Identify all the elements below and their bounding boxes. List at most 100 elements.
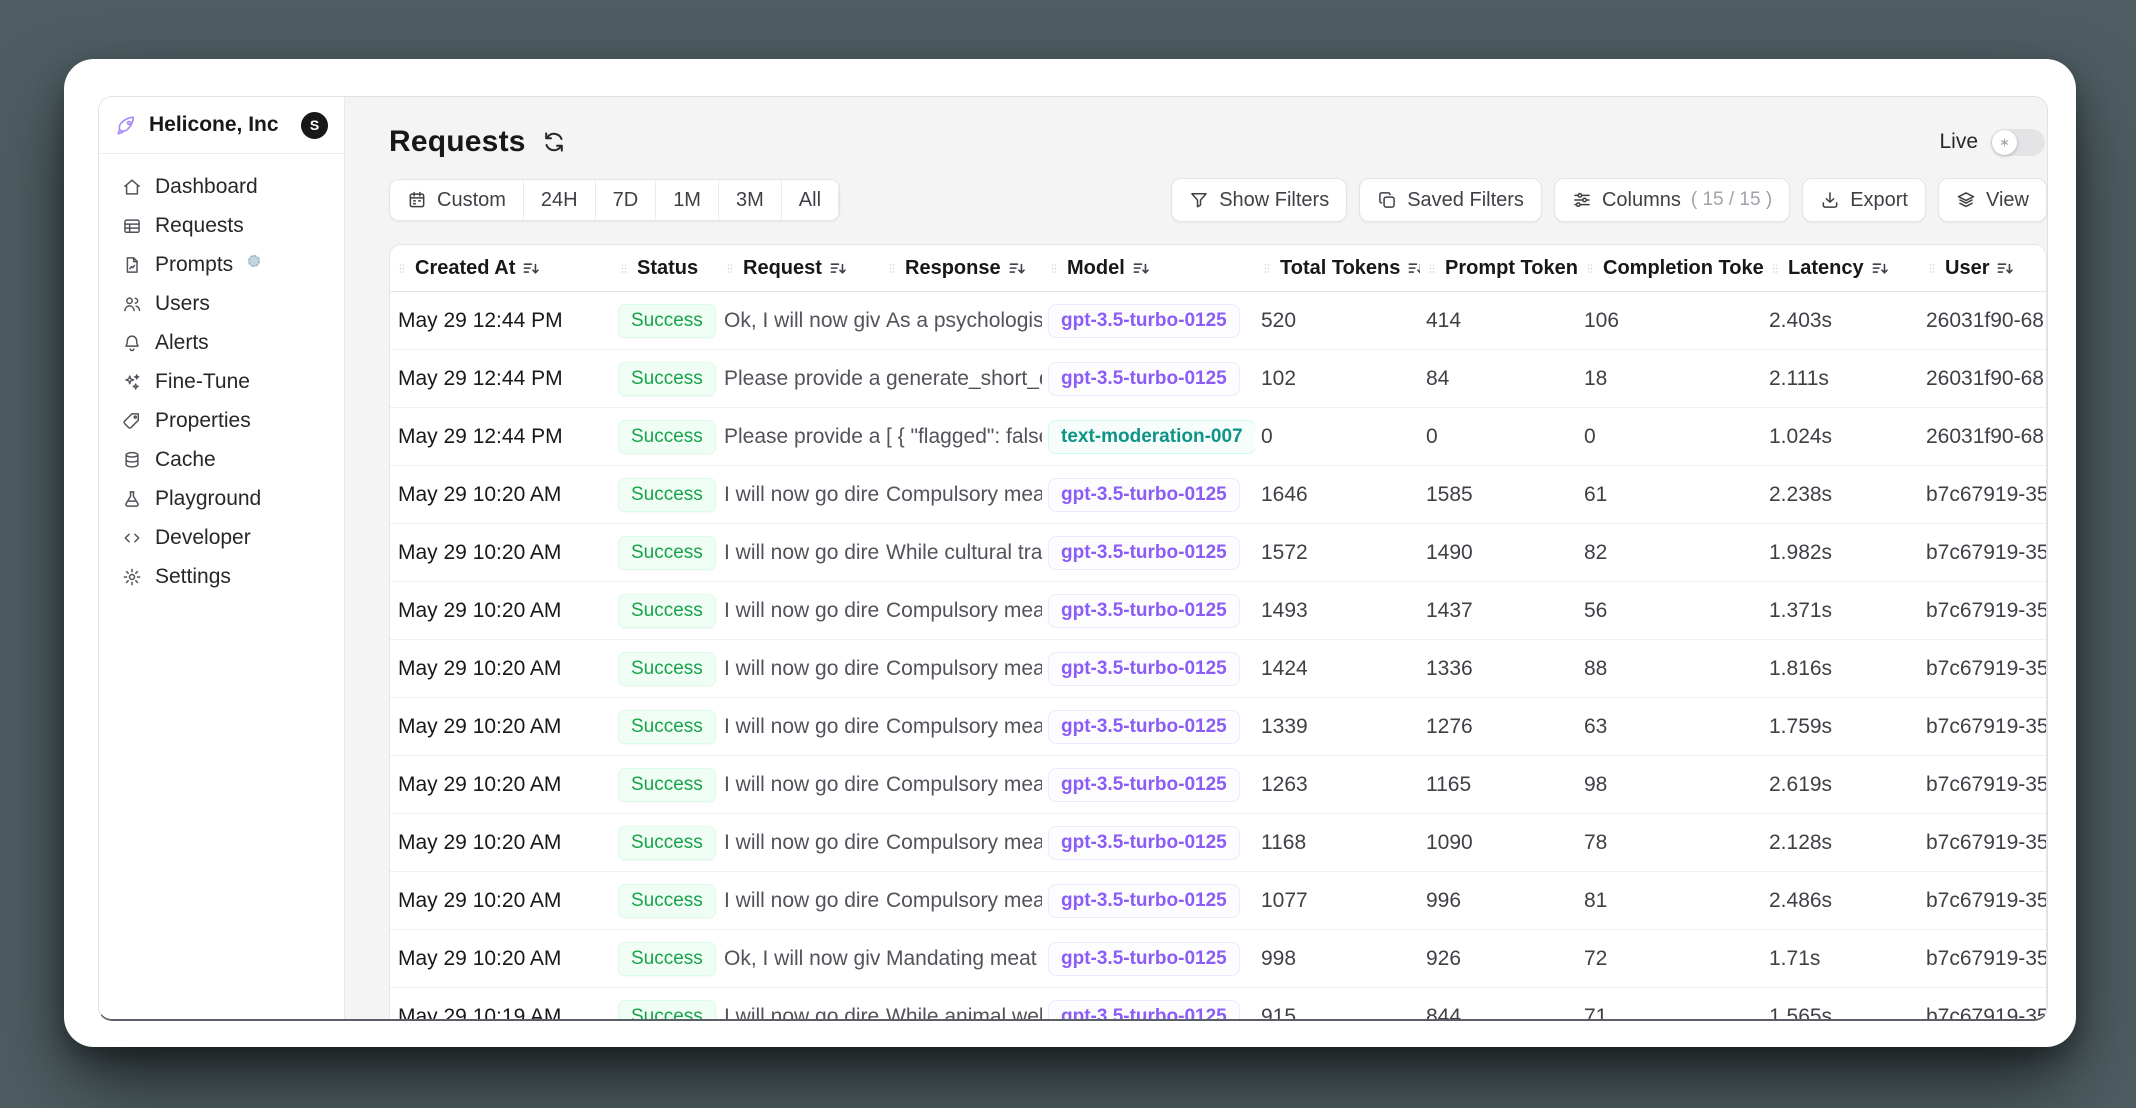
- table-row[interactable]: May 29 10:20 AM Success I will now go di…: [390, 698, 2047, 756]
- column-label: Latency: [1788, 257, 1864, 280]
- drag-handle-icon[interactable]: [1426, 260, 1438, 277]
- user-cell: b7c67919-35: [1920, 640, 2047, 698]
- sidebar-item-icon: [122, 294, 142, 314]
- toolbar-button-export[interactable]: Export: [1802, 178, 1926, 222]
- sidebar-item-fine-tune[interactable]: Fine-Tune: [112, 362, 331, 401]
- column-header[interactable]: Completion Tokens: [1578, 245, 1763, 292]
- column-header[interactable]: Response: [880, 245, 1042, 292]
- sidebar-item-settings[interactable]: Settings: [112, 557, 331, 596]
- column-header[interactable]: Created At: [390, 245, 612, 292]
- sort-icon[interactable]: [1407, 259, 1420, 278]
- toolbar-button-saved-filters[interactable]: Saved Filters: [1359, 178, 1542, 222]
- toolbar-button-view[interactable]: View: [1938, 178, 2047, 222]
- time-range-option-3m[interactable]: 3M: [719, 180, 782, 220]
- sidebar-item-playground[interactable]: Playground: [112, 479, 331, 518]
- refresh-icon[interactable]: [542, 130, 566, 154]
- sidebar-item-dashboard[interactable]: Dashboard: [112, 167, 331, 206]
- completion-tokens-cell: 56: [1578, 582, 1763, 640]
- sort-icon[interactable]: [1996, 259, 2015, 278]
- table-row[interactable]: May 29 10:20 AM Success I will now go di…: [390, 466, 2047, 524]
- time-range-option-custom[interactable]: Custom: [390, 180, 524, 220]
- request-cell: I will now go direct...: [718, 814, 880, 872]
- drag-handle-icon[interactable]: [1048, 260, 1060, 277]
- drag-handle-icon[interactable]: [396, 260, 408, 277]
- response-cell: Compulsory meat ...: [880, 466, 1042, 524]
- total-tokens-cell: 1646: [1255, 466, 1420, 524]
- created-at-cell: May 29 12:44 PM: [390, 350, 612, 408]
- sort-icon[interactable]: [829, 259, 848, 278]
- status-badge: Success: [618, 478, 716, 512]
- column-header[interactable]: Total Tokens: [1255, 245, 1420, 292]
- created-at-cell: May 29 10:20 AM: [390, 872, 612, 930]
- table-row[interactable]: May 29 10:20 AM Success I will now go di…: [390, 814, 2047, 872]
- column-header[interactable]: Model: [1042, 245, 1255, 292]
- column-label: User: [1945, 257, 1989, 280]
- model-badge: gpt-3.5-turbo-0125: [1048, 768, 1240, 802]
- sort-icon[interactable]: [1871, 259, 1890, 278]
- org-switcher[interactable]: Helicone, Inc S: [99, 97, 344, 154]
- table-row[interactable]: May 29 10:20 AM Success I will now go di…: [390, 524, 2047, 582]
- sidebar-item-requests[interactable]: Requests: [112, 206, 331, 245]
- sidebar-item-cache[interactable]: Cache: [112, 440, 331, 479]
- prompt-tokens-cell: 1490: [1420, 524, 1578, 582]
- avatar[interactable]: S: [301, 112, 328, 139]
- time-range-option-24h[interactable]: 24H: [524, 180, 596, 220]
- drag-handle-icon[interactable]: [1926, 260, 1938, 277]
- drag-handle-icon[interactable]: [1584, 260, 1596, 277]
- table-row[interactable]: May 29 10:20 AM Success Ok, I will now g…: [390, 930, 2047, 988]
- column-header[interactable]: Status: [612, 245, 718, 292]
- status-badge: Success: [618, 942, 716, 976]
- model-badge: gpt-3.5-turbo-0125: [1048, 536, 1240, 570]
- completion-tokens-cell: 61: [1578, 466, 1763, 524]
- table-row[interactable]: May 29 10:19 AM Success I will now go di…: [390, 988, 2047, 1020]
- model-badge: gpt-3.5-turbo-0125: [1048, 362, 1240, 396]
- sidebar-item-users[interactable]: Users: [112, 284, 331, 323]
- column-label: Prompt Tokens: [1445, 257, 1578, 280]
- time-range-option-1m[interactable]: 1M: [656, 180, 719, 220]
- status-badge: Success: [618, 420, 716, 454]
- toolbar-button-label: Show Filters: [1219, 189, 1329, 212]
- column-header[interactable]: Request: [718, 245, 880, 292]
- table-row[interactable]: May 29 10:20 AM Success I will now go di…: [390, 582, 2047, 640]
- model-badge: gpt-3.5-turbo-0125: [1048, 884, 1240, 918]
- sidebar-item-prompts[interactable]: Prompts: [112, 245, 331, 284]
- user-cell: b7c67919-35: [1920, 814, 2047, 872]
- total-tokens-cell: 1077: [1255, 872, 1420, 930]
- sidebar-item-developer[interactable]: Developer: [112, 518, 331, 557]
- column-header[interactable]: User: [1920, 245, 2047, 292]
- drag-handle-icon[interactable]: [618, 260, 630, 277]
- sort-icon[interactable]: [1008, 259, 1027, 278]
- table-row[interactable]: May 29 10:20 AM Success I will now go di…: [390, 640, 2047, 698]
- table-row[interactable]: May 29 10:20 AM Success I will now go di…: [390, 872, 2047, 930]
- time-range-option-all[interactable]: All: [782, 180, 839, 220]
- table-row[interactable]: May 29 10:20 AM Success I will now go di…: [390, 756, 2047, 814]
- status-cell: Success: [612, 756, 718, 814]
- completion-tokens-cell: 18: [1578, 350, 1763, 408]
- table-row[interactable]: May 29 12:44 PM Success Ok, I will now g…: [390, 292, 2047, 350]
- sort-icon[interactable]: [522, 259, 541, 278]
- status-cell: Success: [612, 466, 718, 524]
- created-at-cell: May 29 10:20 AM: [390, 524, 612, 582]
- time-range-option-7d[interactable]: 7D: [596, 180, 657, 220]
- live-toggle[interactable]: [1991, 129, 2045, 156]
- completion-tokens-cell: 81: [1578, 872, 1763, 930]
- drag-handle-icon[interactable]: [724, 260, 736, 277]
- time-range-label: 24H: [541, 189, 578, 212]
- column-header[interactable]: Prompt Tokens: [1420, 245, 1578, 292]
- toolbar-button-show-filters[interactable]: Show Filters: [1171, 178, 1347, 222]
- sidebar-item-properties[interactable]: Properties: [112, 401, 331, 440]
- request-cell: I will now go direct...: [718, 698, 880, 756]
- model-cell: text-moderation-007: [1042, 408, 1255, 466]
- toolbar-button-label: View: [1986, 189, 2029, 212]
- table-row[interactable]: May 29 12:44 PM Success Please provide a…: [390, 350, 2047, 408]
- drag-handle-icon[interactable]: [886, 260, 898, 277]
- drag-handle-icon[interactable]: [1769, 260, 1781, 277]
- column-header[interactable]: Latency: [1763, 245, 1920, 292]
- model-badge: gpt-3.5-turbo-0125: [1048, 942, 1240, 976]
- prompt-tokens-cell: 1336: [1420, 640, 1578, 698]
- drag-handle-icon[interactable]: [1261, 260, 1273, 277]
- table-row[interactable]: May 29 12:44 PM Success Please provide a…: [390, 408, 2047, 466]
- toolbar-button-columns[interactable]: Columns ( 15 / 15 ): [1554, 178, 1790, 222]
- sidebar-item-alerts[interactable]: Alerts: [112, 323, 331, 362]
- sort-icon[interactable]: [1132, 259, 1151, 278]
